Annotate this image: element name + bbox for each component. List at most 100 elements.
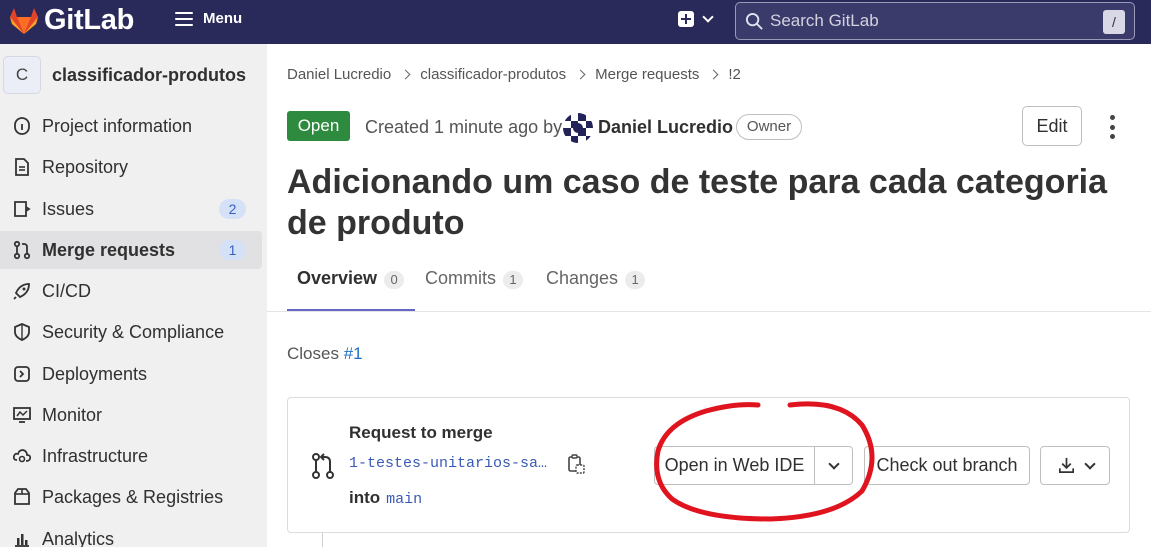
merge-request-icon (11, 239, 33, 261)
sidebar-item-label: CI/CD (42, 280, 91, 301)
sidebar-item-issues[interactable]: Issues 2 (0, 190, 262, 228)
chevron-down-icon (827, 457, 840, 470)
open-web-ide-button[interactable]: Open in Web IDE (655, 447, 815, 484)
sidebar-item-analytics[interactable]: Analytics (0, 520, 262, 547)
sidebar-item-label: Merge requests (42, 239, 176, 260)
merge-request-widget: Request to merge 1-testes-unitarios-sa… … (287, 397, 1130, 533)
gitlab-tanuki-icon (10, 7, 38, 34)
tab-label: Commits (425, 268, 496, 288)
sidebar-item-label: Security & Compliance (42, 321, 225, 342)
sidebar-item-label: Monitor (42, 404, 103, 425)
shield-icon (11, 321, 33, 343)
author-name[interactable]: Daniel Lucredio (598, 117, 733, 138)
source-branch-link[interactable]: 1-testes-unitarios-sa… (349, 455, 547, 472)
download-dropdown-button[interactable] (1040, 446, 1110, 485)
closed-issue-link[interactable]: #1 (344, 344, 363, 363)
sidebar-item-deployments[interactable]: Deployments (0, 355, 262, 393)
tab-overview[interactable]: Overview 0 (297, 268, 405, 312)
search-icon (745, 12, 763, 30)
closes-issues: Closes #1 (287, 344, 363, 364)
gitlab-wordmark: GitLab (44, 4, 135, 36)
menu-button[interactable]: Menu (175, 10, 242, 27)
deployments-icon (11, 363, 33, 385)
issues-count-badge: 2 (219, 199, 246, 219)
search-input[interactable] (770, 11, 1090, 31)
sidebar-item-repository[interactable]: Repository (0, 148, 262, 186)
role-badge: Owner (736, 114, 802, 140)
sidebar-item-monitor[interactable]: Monitor (0, 396, 262, 434)
edit-button[interactable]: Edit (1022, 106, 1082, 146)
project-name: classificador-produtos (52, 64, 247, 85)
plus-square-icon (678, 11, 694, 27)
monitor-icon (11, 404, 33, 426)
closes-prefix: Closes (287, 344, 339, 363)
download-icon (1058, 457, 1074, 474)
info-circle-icon (11, 115, 33, 137)
chart-icon (11, 528, 33, 547)
sidebar-item-security-compliance[interactable]: Security & Compliance (0, 313, 262, 351)
sidebar-item-project-information[interactable]: Project information (0, 107, 262, 145)
chevron-down-icon (1083, 457, 1096, 470)
status-badge: Open (287, 111, 350, 141)
new-item-dropdown[interactable] (678, 11, 714, 27)
mr-tabs: Overview 0 Commits 1 Changes 1 (287, 268, 1151, 312)
breadcrumb-item-mr-id[interactable]: !2 (728, 66, 741, 83)
hamburger-icon (175, 11, 193, 26)
breadcrumb-item-merge-requests[interactable]: Merge requests (595, 66, 699, 83)
copy-clipboard-icon[interactable] (567, 454, 585, 474)
tab-label: Changes (546, 268, 619, 288)
sidebar-item-label: Packages & Registries (42, 486, 224, 507)
sidebar-item-label: Infrastructure (42, 445, 149, 466)
project-avatar: C (3, 56, 41, 94)
menu-label: Menu (203, 10, 243, 27)
tab-commits[interactable]: Commits 1 (425, 268, 523, 312)
sidebar-item-packages-registries[interactable]: Packages & Registries (0, 478, 262, 516)
sidebar-item-label: Repository (42, 156, 129, 177)
timeline-connector (322, 533, 323, 547)
gitlab-logo[interactable]: GitLab (8, 4, 134, 37)
sidebar-item-label: Analytics (42, 528, 115, 547)
package-icon (11, 486, 33, 508)
chevron-right-icon (400, 69, 411, 80)
search-shortcut-key: / (1103, 10, 1125, 34)
tabs-divider (267, 311, 1151, 312)
breadcrumb-item-project[interactable]: classificador-produtos (420, 66, 566, 83)
breadcrumb-item-owner[interactable]: Daniel Lucredio (287, 66, 391, 83)
search-box[interactable]: / (735, 2, 1135, 40)
cloud-gear-icon (11, 445, 33, 467)
sidebar-item-label: Deployments (42, 363, 148, 384)
sidebar-item-label: Issues (42, 198, 95, 219)
open-web-ide-split-button: Open in Web IDE (654, 446, 853, 485)
more-actions-icon[interactable] (1103, 115, 1121, 139)
doc-text-icon (11, 156, 33, 178)
tab-count: 0 (384, 271, 405, 289)
merge-request-icon (312, 453, 334, 479)
sidebar-item-ci-cd[interactable]: CI/CD (0, 272, 262, 310)
sidebar-item-label: Project information (42, 115, 193, 136)
breadcrumb: Daniel Lucredio classificador-produtos M… (287, 66, 741, 83)
rocket-icon (11, 280, 33, 302)
chevron-down-icon (702, 11, 714, 23)
issues-icon (11, 198, 33, 220)
tab-count: 1 (625, 271, 646, 289)
merge-requests-count-badge: 1 (219, 240, 246, 260)
target-branch-link[interactable]: main (386, 491, 422, 508)
sidebar-item-infrastructure[interactable]: Infrastructure (0, 437, 262, 475)
created-info: Created 1 minute ago by (365, 117, 563, 137)
into-label: into (349, 488, 381, 507)
chevron-right-icon (575, 69, 586, 80)
identicon-icon (563, 113, 593, 143)
tab-count: 1 (503, 271, 523, 289)
check-out-branch-button[interactable]: Check out branch (864, 446, 1030, 485)
tab-label: Overview (297, 268, 378, 288)
merge-heading: Request to merge (349, 423, 493, 442)
tab-changes[interactable]: Changes 1 (546, 268, 646, 312)
sidebar: C classificador-produtos Project informa… (0, 44, 267, 547)
author-avatar[interactable] (563, 113, 593, 143)
open-web-ide-dropdown-toggle[interactable] (815, 447, 852, 484)
target-branch-line: into main (349, 488, 422, 508)
page-title: Adicionando um caso de teste para cada c… (287, 163, 1108, 242)
top-navbar: GitLab Menu / (0, 0, 1151, 44)
sidebar-item-merge-requests[interactable]: Merge requests 1 (0, 231, 262, 269)
sidebar-project-header[interactable]: C classificador-produtos (0, 55, 246, 95)
